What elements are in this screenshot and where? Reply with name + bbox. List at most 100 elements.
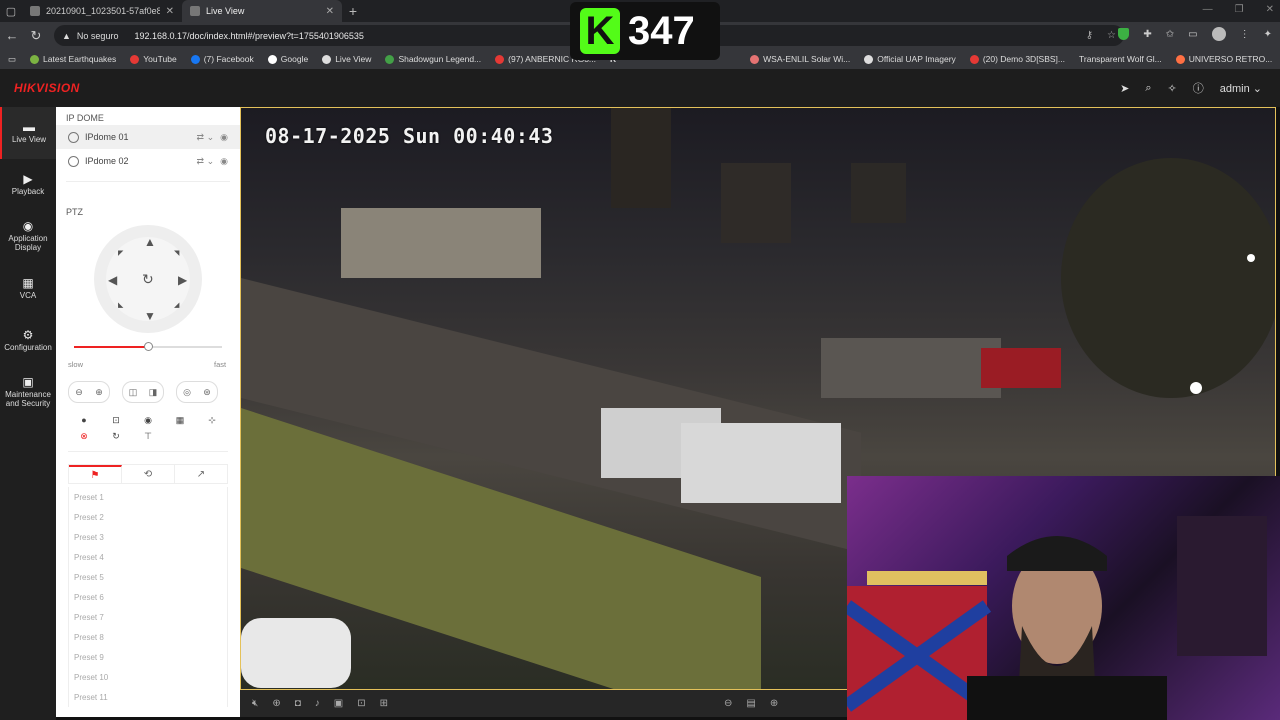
preset-item[interactable]: Preset 10 [69, 667, 227, 687]
new-tab-button[interactable]: + [342, 3, 364, 19]
zoom-in-icon[interactable]: ⊕ [89, 382, 109, 402]
close-tab-icon[interactable]: ✕ [166, 6, 174, 17]
pan-down-icon[interactable]: ▼ [144, 309, 156, 323]
bookmark-item[interactable]: Transparent Wolf Gl... [1079, 54, 1162, 64]
pan-down-left-icon[interactable]: ◣ [118, 301, 123, 309]
tablet-icon[interactable]: ▭ [8, 54, 16, 65]
nav-maintenance-security[interactable]: ▣ Maintenance and Security [0, 367, 56, 419]
microphone-icon[interactable]: ♪ [315, 698, 320, 709]
stream-select-icon[interactable]: ⇄ ⌄ [197, 132, 215, 143]
ptz-speed-slider[interactable] [74, 342, 222, 351]
previous-page-icon[interactable]: ⊖ [724, 698, 732, 709]
info-icon[interactable]: ⓘ [1193, 80, 1204, 96]
split-view-icon[interactable]: ▭ [1188, 29, 1197, 40]
record-video-icon[interactable]: ▣ [334, 698, 343, 709]
bookmark-item[interactable]: Official UAP Imagery [864, 54, 956, 64]
pan-up-right-icon[interactable]: ◥ [174, 249, 179, 257]
profile-avatar[interactable] [1211, 27, 1226, 41]
bookmark-item[interactable]: Latest Earthquakes [30, 54, 116, 64]
assistant-icon[interactable]: ✦ [1264, 29, 1272, 40]
extension-icon[interactable]: ✚ [1143, 29, 1151, 40]
window-split-icon[interactable]: ▤ [746, 698, 755, 709]
iris-open-icon[interactable]: ⊛ [197, 382, 217, 402]
preset-item[interactable]: Preset 5 [69, 567, 227, 587]
reload-icon[interactable]: ↻ [24, 28, 48, 44]
bookmark-item[interactable]: WSA-ENLIL Solar Wi... [750, 54, 850, 64]
focus-near-icon[interactable]: ◫ [123, 382, 143, 402]
pan-right-icon[interactable]: ▶ [178, 273, 187, 287]
plugin-icon[interactable]: ✧ [1168, 82, 1177, 95]
preset-item[interactable]: Preset 7 [69, 607, 227, 627]
park-icon[interactable]: ⊤ [144, 431, 152, 442]
auto-rotate-icon[interactable]: ↻ [142, 271, 154, 288]
tab-1[interactable]: 20210901_1023501-57af0e81afd ✕ [22, 0, 182, 22]
nav-configuration[interactable]: ⚙ Configuration [0, 315, 56, 367]
bookmark-item[interactable]: (20) Demo 3D[SBS]... [969, 54, 1065, 64]
next-page-icon[interactable]: ⊕ [770, 698, 778, 709]
bookmark-item[interactable]: UNIVERSO RETRO... [1175, 54, 1272, 64]
close-window-icon[interactable]: ✕ [1266, 4, 1274, 15]
menu-dots-icon[interactable]: ⋮ [1240, 29, 1250, 40]
manual-track-icon[interactable]: ↻ [112, 431, 120, 442]
close-tab-icon[interactable]: ✕ [326, 6, 334, 17]
mute-icon[interactable]: 🔇︎ [252, 698, 258, 709]
focus-far-icon[interactable]: ◨ [143, 382, 163, 402]
region-focus-icon[interactable]: ⊡ [357, 698, 365, 709]
preset-item[interactable]: Preset 2 [69, 507, 227, 527]
nav-application-display[interactable]: ◉ Application Display [0, 211, 56, 263]
security-label[interactable]: No seguro [77, 31, 119, 41]
zoom-out-icon[interactable]: ⊖ [69, 382, 89, 402]
speed-slider-handle[interactable] [144, 342, 153, 351]
pan-up-icon[interactable]: ▲ [144, 235, 156, 249]
digital-zoom-icon[interactable]: ⊕ [272, 698, 280, 709]
pan-left-icon[interactable]: ◀ [108, 273, 117, 287]
back-icon[interactable]: ← [0, 28, 24, 43]
camera-item[interactable]: IPdome 01 ⇄ ⌄ ◉ [56, 125, 240, 149]
warning-icon[interactable]: ▲ [62, 31, 71, 41]
nav-vca[interactable]: ▦ VCA [0, 263, 56, 315]
iris-close-icon[interactable]: ◎ [177, 382, 197, 402]
camera-item[interactable]: IPdome 02 ⇄ ⌄ ◉ [56, 149, 240, 173]
preset-item[interactable]: Preset 6 [69, 587, 227, 607]
url-text[interactable]: 192.168.0.17/doc/index.html#/preview?t=1… [134, 31, 363, 41]
preset-item[interactable]: Preset 4 [69, 547, 227, 567]
wiper-icon[interactable]: ◉ [144, 415, 152, 426]
favorites-icon[interactable]: ✩ [1166, 29, 1174, 40]
3d-position-icon[interactable]: ⊹ [208, 415, 216, 426]
key-icon[interactable]: ⚷ [1086, 30, 1093, 41]
search-icon[interactable]: ⌕ [1145, 82, 1151, 95]
bookmark-item[interactable]: (7) Facebook [190, 54, 254, 64]
minimize-icon[interactable]: — [1203, 4, 1213, 15]
tab-actions-icon[interactable]: ▢ [0, 0, 22, 22]
user-menu[interactable]: admin ⌄ [1220, 82, 1262, 95]
preset-item[interactable]: Preset 11 [69, 687, 227, 707]
bookmark-item[interactable]: Shadowgun Legend... [385, 54, 481, 64]
preset-item[interactable]: Preset 3 [69, 527, 227, 547]
capture-icon[interactable]: ◘ [295, 698, 301, 709]
region-exposure-icon[interactable]: ⊞ [380, 698, 388, 709]
focus-frame-icon[interactable]: ⊡ [112, 415, 120, 426]
star-icon[interactable]: ☆ [1107, 30, 1116, 41]
bookmark-item[interactable]: Live View [322, 54, 371, 64]
nav-live-view[interactable]: ▬ Live View [0, 107, 56, 159]
pan-up-left-icon[interactable]: ◤ [118, 249, 123, 257]
adblock-shield-icon[interactable] [1118, 28, 1130, 40]
send-icon[interactable]: ➤ [1120, 82, 1129, 95]
preset-item[interactable]: Preset 1 [69, 487, 227, 507]
stream-select-icon[interactable]: ⇄ ⌄ [197, 156, 215, 167]
tab-pattern[interactable]: ↗ [175, 465, 227, 483]
pan-down-right-icon[interactable]: ◢ [174, 301, 179, 309]
tab-patrol[interactable]: ⟲ [122, 465, 175, 483]
bookmark-item[interactable]: YouTube [130, 54, 177, 64]
bookmark-item[interactable]: Google [267, 54, 308, 64]
tab-2[interactable]: Live View ✕ [182, 0, 342, 22]
preset-item[interactable]: Preset 9 [69, 647, 227, 667]
tab-presets[interactable]: ⚑ [69, 465, 122, 483]
light-icon[interactable]: ● [81, 415, 86, 425]
record-icon[interactable]: ◉ [220, 132, 228, 143]
maximize-icon[interactable]: ❐ [1235, 4, 1244, 15]
grid-icon[interactable]: ▦ [176, 415, 185, 426]
lens-init-icon[interactable]: ⊗ [80, 431, 88, 442]
nav-playback[interactable]: ▶ Playback [0, 159, 56, 211]
record-icon[interactable]: ◉ [220, 156, 228, 167]
